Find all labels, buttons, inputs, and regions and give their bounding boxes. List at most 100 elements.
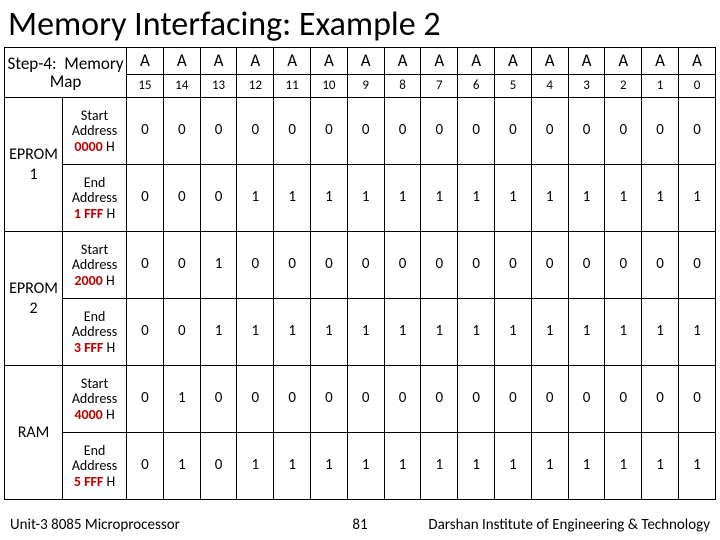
bit-cell: 1: [384, 433, 421, 500]
bit-cell: 1: [605, 299, 642, 366]
bit-cell: 0: [495, 366, 532, 433]
memory-device: EPROM1: [5, 98, 63, 232]
bit-header-num: 7: [421, 75, 458, 98]
bit-cell: 0: [163, 232, 200, 299]
bit-cell: 1: [495, 299, 532, 366]
bit-cell: 0: [458, 98, 495, 165]
bit-header-num: 8: [384, 75, 421, 98]
bit-cell: 0: [568, 366, 605, 433]
bit-cell: 1: [568, 299, 605, 366]
bit-cell: 0: [531, 366, 568, 433]
bit-cell: 1: [274, 299, 311, 366]
bit-cell: 1: [421, 165, 458, 232]
bit-header-a: A: [237, 48, 274, 75]
bit-cell: 0: [605, 98, 642, 165]
bit-header-num: 12: [237, 75, 274, 98]
table-row: End Address 5 FFF H0101111111111111: [5, 433, 716, 500]
bit-cell: 1: [531, 433, 568, 500]
bit-cell: 1: [347, 433, 384, 500]
bit-header-a: A: [274, 48, 311, 75]
bit-cell: 1: [237, 165, 274, 232]
bit-cell: 0: [605, 232, 642, 299]
bit-header-a: A: [384, 48, 421, 75]
bit-cell: 1: [679, 299, 716, 366]
bit-header-num: 13: [200, 75, 237, 98]
bit-cell: 1: [311, 433, 348, 500]
bit-cell: 1: [311, 165, 348, 232]
bit-cell: 1: [274, 433, 311, 500]
bit-cell: 1: [237, 299, 274, 366]
memory-map-table-wrap: Step-4: Memory MapAAAAAAAAAAAAAAAA151413…: [0, 47, 720, 500]
bit-cell: 0: [274, 98, 311, 165]
bit-cell: 0: [568, 232, 605, 299]
bit-cell: 0: [163, 299, 200, 366]
table-row: End Address 3 FFF H0011111111111111: [5, 299, 716, 366]
bit-header-a: A: [311, 48, 348, 75]
bit-cell: 1: [421, 433, 458, 500]
table-row: EPROM2 Start Address 2000 H0010000000000…: [5, 232, 716, 299]
bit-header-num: 10: [311, 75, 348, 98]
bit-header-num: 2: [605, 75, 642, 98]
bit-cell: 0: [200, 98, 237, 165]
address-label: End Address 1 FFF H: [63, 165, 127, 232]
bit-cell: 0: [311, 232, 348, 299]
bit-cell: 1: [311, 299, 348, 366]
memory-device: EPROM2: [5, 232, 63, 366]
bit-cell: 0: [495, 232, 532, 299]
bit-cell: 1: [495, 165, 532, 232]
bit-cell: 0: [163, 165, 200, 232]
bit-cell: 0: [642, 98, 679, 165]
bit-cell: 1: [568, 165, 605, 232]
memory-device: RAM: [5, 366, 63, 500]
bit-header-a: A: [605, 48, 642, 75]
bit-cell: 1: [642, 299, 679, 366]
bit-cell: 0: [421, 366, 458, 433]
footer-page: 81: [352, 516, 367, 534]
bit-cell: 0: [605, 366, 642, 433]
table-row: End Address 1 FFF H0001111111111111: [5, 165, 716, 232]
bit-header-a: A: [421, 48, 458, 75]
bit-cell: 1: [679, 433, 716, 500]
bit-cell: 1: [458, 299, 495, 366]
bit-header-num: 15: [127, 75, 164, 98]
bit-header-num: 1: [642, 75, 679, 98]
bit-cell: 0: [421, 232, 458, 299]
bit-cell: 1: [642, 433, 679, 500]
bit-cell: 0: [421, 98, 458, 165]
bit-cell: 0: [274, 366, 311, 433]
bit-cell: 1: [531, 299, 568, 366]
bit-header-num: 6: [458, 75, 495, 98]
bit-cell: 0: [200, 433, 237, 500]
bit-cell: 1: [200, 232, 237, 299]
bit-cell: 0: [531, 232, 568, 299]
bit-cell: 0: [384, 366, 421, 433]
bit-cell: 0: [347, 366, 384, 433]
bit-cell: 1: [458, 433, 495, 500]
bit-cell: 1: [347, 299, 384, 366]
bit-cell: 0: [642, 366, 679, 433]
bit-cell: 0: [458, 232, 495, 299]
page-title: Memory Interfacing: Example 2: [0, 0, 720, 47]
bit-cell: 1: [605, 433, 642, 500]
bit-cell: 1: [237, 433, 274, 500]
bit-header-a: A: [458, 48, 495, 75]
bit-header-a: A: [127, 48, 164, 75]
bit-cell: 0: [384, 98, 421, 165]
bit-cell: 0: [127, 366, 164, 433]
bit-cell: 0: [311, 98, 348, 165]
address-label: End Address 5 FFF H: [63, 433, 127, 500]
bit-header-num: 11: [274, 75, 311, 98]
table-row: RAM Start Address 4000 H0100000000000000: [5, 366, 716, 433]
bit-header-num: 9: [347, 75, 384, 98]
bit-cell: 0: [163, 98, 200, 165]
bit-cell: 0: [274, 232, 311, 299]
bit-header-num: 0: [679, 75, 716, 98]
memory-map-header: Step-4: Memory Map: [5, 48, 127, 98]
bit-cell: 1: [163, 366, 200, 433]
bit-cell: 0: [200, 165, 237, 232]
bit-header-num: 4: [531, 75, 568, 98]
bit-cell: 1: [421, 299, 458, 366]
header-row-a: Step-4: Memory MapAAAAAAAAAAAAAAAA: [5, 48, 716, 75]
bit-header-num: 5: [495, 75, 532, 98]
bit-header-a: A: [347, 48, 384, 75]
